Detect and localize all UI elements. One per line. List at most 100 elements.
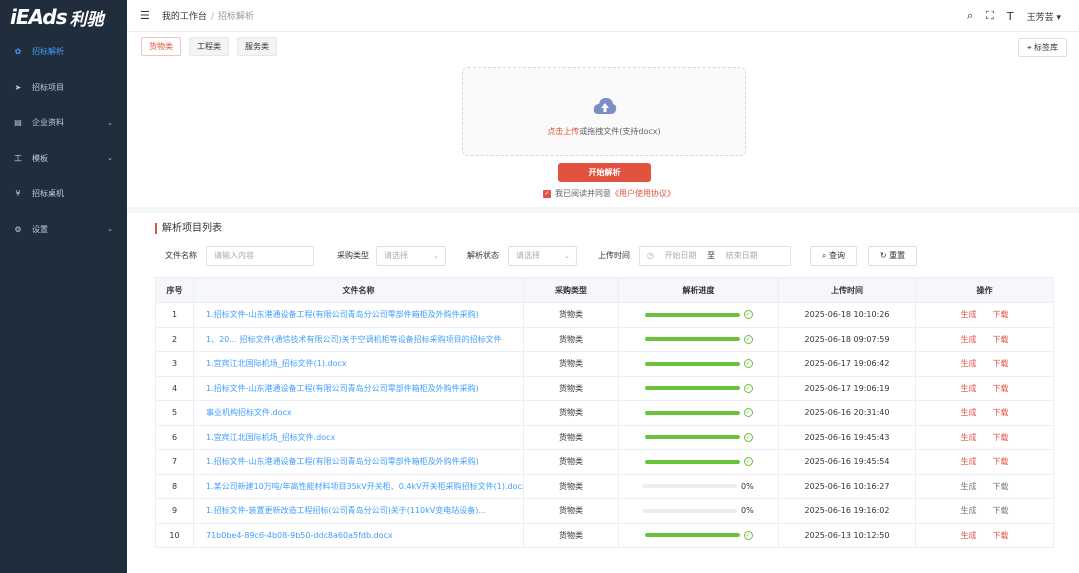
reset-button[interactable]: ↻ 重置 bbox=[868, 246, 917, 266]
sidebar: iEAds 利驰 ✿ 招标解析 ➤ 招标项目 ▤ 企业资料 ⌄ 工模板 ⌄ ¥ 招标桌机 ⚙ 设置 ⌄ bbox=[0, 0, 127, 573]
chevron-down-icon: ⌄ bbox=[107, 225, 113, 234]
sidebar-item-1[interactable]: ➤ 招标项目 bbox=[0, 70, 127, 106]
row-upload-time: 2025-06-17 19:06:42 bbox=[779, 352, 916, 376]
category-tabs: 货物类 工程类 服务类 ⌖ 标签库 bbox=[127, 32, 1079, 60]
sidebar-menu: ✿ 招标解析 ➤ 招标项目 ▤ 企业资料 ⌄ 工模板 ⌄ ¥ 招标桌机 ⚙ 设置 ⌄ bbox=[0, 34, 127, 247]
download-button[interactable]: 下载 bbox=[993, 358, 1009, 369]
check-circle-icon: ✓ bbox=[743, 383, 753, 393]
progress-bar bbox=[644, 533, 740, 538]
agree-checkbox[interactable]: ✓ bbox=[543, 189, 551, 198]
row-index: 3 bbox=[156, 352, 194, 376]
click-upload-link[interactable]: 点击上传 bbox=[547, 127, 579, 136]
file-name-link[interactable]: 1.招标文件-装置更新改造工程招标(公司青岛分公司)关于(110kV变电站设备)… bbox=[194, 499, 524, 523]
upload-dropzone[interactable]: 点击上传或拖拽文件(支持docx) bbox=[462, 67, 746, 156]
file-name-link[interactable]: 1、20... 招标文件(通信技术有限公司)关于空调机柜等设备招标采购项目的招标… bbox=[194, 327, 524, 351]
download-button[interactable]: 下载 bbox=[993, 309, 1009, 320]
tag-library-button[interactable]: ⌖ 标签库 bbox=[1017, 38, 1067, 57]
font-size-icon[interactable]: T bbox=[1007, 10, 1014, 23]
status-select[interactable]: 请选择 ⌄ bbox=[508, 246, 577, 266]
category-placeholder: 请选择 bbox=[384, 251, 408, 260]
col-header-category: 采购类型 bbox=[524, 278, 619, 302]
progress-fill bbox=[644, 361, 740, 366]
end-date[interactable]: 结束日期 bbox=[726, 251, 758, 260]
download-button[interactable]: 下载 bbox=[993, 334, 1009, 345]
row-actions: 生成 下载 bbox=[916, 426, 1053, 450]
file-name-link[interactable]: 1.招标文件-山东港通设备工程(有限公司青岛分公司零部件箱柜及外购件采购) bbox=[194, 376, 524, 400]
breadcrumb-separator: / bbox=[210, 12, 214, 22]
row-upload-time: 2025-06-16 19:45:54 bbox=[779, 450, 916, 474]
sidebar-item-3[interactable]: 工模板 ⌄ bbox=[0, 141, 127, 177]
logo[interactable]: iEAds 利驰 bbox=[0, 0, 127, 34]
file-name-link[interactable]: 1.招标文件-山东港通设备工程(有限公司青岛分公司零部件箱柜及外购件采购) bbox=[194, 303, 524, 327]
status-label: 解析状态 bbox=[467, 251, 499, 260]
search-icon[interactable]: ⌕ bbox=[967, 9, 973, 23]
download-button[interactable]: 下载 bbox=[993, 383, 1009, 394]
row-progress: ✓ bbox=[619, 352, 779, 376]
sidebar-item-5[interactable]: ⚙ 设置 ⌄ bbox=[0, 212, 127, 248]
sidebar-item-0[interactable]: ✿ 招标解析 bbox=[0, 34, 127, 70]
row-actions: 生成 下载 bbox=[916, 401, 1053, 425]
download-button[interactable]: 下载 bbox=[993, 432, 1009, 443]
file-name-link[interactable]: 71b0be4-89c6-4b08-9b50-ddc8a60a5fdb.docx bbox=[194, 523, 524, 547]
upload-time-label: 上传时间 bbox=[598, 251, 630, 260]
reset-icon: ↻ bbox=[879, 251, 887, 260]
filter-bar: 文件名称 请输入内容 采购类型 请选择 ⌄ 解析状态 请选择 ⌄ 上传时间 ◷ 开始… bbox=[155, 246, 1079, 266]
breadcrumb-home[interactable]: 我的工作台 bbox=[162, 12, 207, 22]
generate-button[interactable]: 生成 bbox=[961, 432, 977, 443]
row-progress: ✓ bbox=[619, 327, 779, 351]
row-upload-time: 2025-06-18 09:07:59 bbox=[779, 327, 916, 351]
search-button[interactable]: ⌕ 查询 bbox=[810, 246, 857, 266]
progress-bar bbox=[644, 435, 740, 440]
generate-button[interactable]: 生成 bbox=[961, 309, 977, 320]
generate-button[interactable]: 生成 bbox=[961, 407, 977, 418]
file-name-link[interactable]: 1.宜宾江北国际机场_招标文件(1).docx bbox=[194, 352, 524, 376]
sidebar-item-2[interactable]: ▤ 企业资料 ⌄ bbox=[0, 105, 127, 141]
sidebar-item-4[interactable]: ¥ 招标桌机 bbox=[0, 176, 127, 212]
breadcrumb: 我的工作台 / 招标解析 bbox=[162, 9, 254, 22]
generate-button[interactable]: 生成 bbox=[961, 456, 977, 467]
file-name-link[interactable]: 1.宜宾江北国际机场_招标文件.docx bbox=[194, 425, 524, 449]
hamburger-icon[interactable]: ☰ bbox=[140, 9, 150, 22]
progress-bar bbox=[644, 337, 740, 342]
user-menu[interactable]: 王芳芸 ▾ bbox=[1027, 10, 1061, 23]
tab-goods[interactable]: 货物类 bbox=[141, 36, 181, 56]
sidebar-item-label: 招标项目 bbox=[32, 82, 64, 92]
col-header-index: 序号 bbox=[156, 278, 194, 302]
check-circle-icon: ✓ bbox=[743, 310, 753, 320]
download-button[interactable]: 下载 bbox=[993, 530, 1009, 541]
tab-services[interactable]: 服务类 bbox=[237, 36, 277, 56]
table-row: 2 1、20... 招标文件(通信技术有限公司)关于空调机柜等设备招标采购项目的招… bbox=[156, 327, 1053, 352]
download-button[interactable]: 下载 bbox=[993, 407, 1009, 418]
generate-button[interactable]: 生成 bbox=[961, 358, 977, 369]
date-range-picker[interactable]: ◷ 开始日期 至 结束日期 bbox=[639, 246, 791, 266]
generate-button[interactable]: 生成 bbox=[961, 383, 977, 394]
generate-button[interactable]: 生成 bbox=[961, 334, 977, 345]
row-progress: ✓ bbox=[619, 303, 779, 327]
user-agreement-link[interactable]: 《用户使用协议》 bbox=[611, 188, 675, 199]
row-category: 货物类 bbox=[524, 425, 619, 449]
download-button[interactable]: 下载 bbox=[993, 505, 1009, 516]
generate-button[interactable]: 生成 bbox=[961, 481, 977, 492]
fullscreen-icon[interactable]: ⛶ bbox=[986, 9, 994, 23]
tab-engineering[interactable]: 工程类 bbox=[189, 36, 229, 56]
download-button[interactable]: 下载 bbox=[993, 456, 1009, 467]
row-progress: ✓ bbox=[619, 376, 779, 400]
caret-down-icon: ▾ bbox=[1056, 12, 1061, 23]
generate-button[interactable]: 生成 bbox=[961, 530, 977, 541]
row-actions: 生成 下载 bbox=[916, 450, 1053, 474]
download-button[interactable]: 下载 bbox=[993, 481, 1009, 492]
status-placeholder: 请选择 bbox=[516, 251, 540, 260]
category-select[interactable]: 请选择 ⌄ bbox=[376, 246, 446, 266]
file-name-input[interactable]: 请输入内容 bbox=[206, 246, 314, 266]
progress-bar bbox=[644, 361, 740, 366]
file-name-link[interactable]: 事业机构招标文件.docx bbox=[194, 401, 524, 425]
row-category: 货物类 bbox=[524, 327, 619, 351]
start-parse-button[interactable]: 开始解析 bbox=[558, 163, 651, 182]
progress-fill bbox=[644, 410, 740, 415]
progress-fill bbox=[644, 386, 740, 391]
start-date[interactable]: 开始日期 bbox=[665, 251, 697, 260]
file-name-link[interactable]: 1.招标文件-山东港通设备工程(有限公司青岛分公司零部件箱柜及外购件采购) bbox=[194, 450, 524, 474]
header-actions: ⌕ ⛶ T 王芳芸 ▾ bbox=[967, 0, 1061, 32]
file-name-link[interactable]: 1.某公司新建10万吨/年高性能材料项目35kV开关柜、0.4kV开关柜采购招标… bbox=[194, 474, 524, 498]
generate-button[interactable]: 生成 bbox=[961, 505, 977, 516]
